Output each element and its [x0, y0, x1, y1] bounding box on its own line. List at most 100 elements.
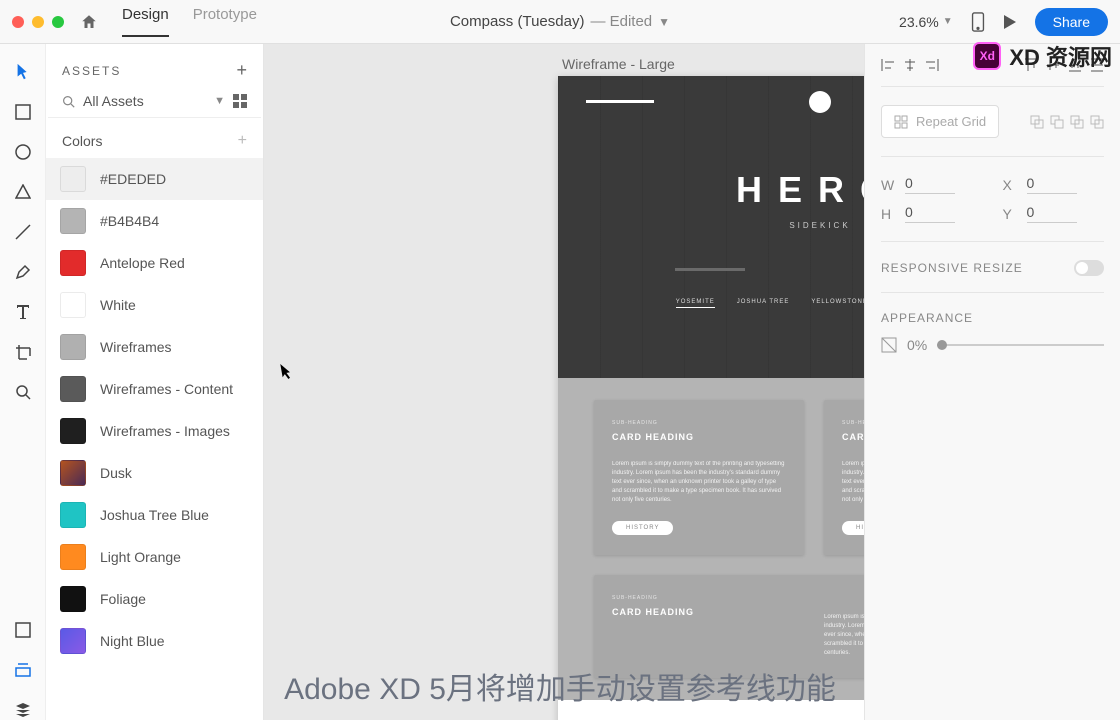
card-body: Lorem ipsum is simply dummy text of the …: [842, 460, 864, 505]
color-label: Joshua Tree Blue: [100, 507, 209, 523]
color-swatch: [60, 418, 86, 444]
share-button[interactable]: Share: [1035, 8, 1108, 36]
assets-title: ASSETS: [62, 64, 121, 78]
intersect-icon[interactable]: [1070, 115, 1084, 129]
responsive-title: RESPONSIVE RESIZE: [881, 261, 1023, 275]
color-swatch: [60, 376, 86, 402]
mode-tabs: Design Prototype: [122, 6, 257, 37]
plugins-panel-icon[interactable]: [13, 700, 33, 720]
artboard-label[interactable]: Wireframe - Large: [562, 56, 675, 72]
color-label: Wireframes: [100, 339, 172, 355]
width-field[interactable]: W0: [881, 175, 983, 194]
zoom-level[interactable]: 23.6% ▼: [899, 14, 953, 30]
hero-subtitle: SIDEKICK: [789, 221, 850, 230]
responsive-toggle[interactable]: [1074, 260, 1104, 276]
color-item[interactable]: #B4B4B4: [46, 200, 263, 242]
hero-nav: YOSEMITEJOSHUA TREEYELLOWSTONEANTELOPE C…: [676, 299, 864, 308]
assets-panel-icon[interactable]: [13, 620, 33, 640]
y-field[interactable]: Y0: [1003, 204, 1105, 223]
document-title[interactable]: Compass (Tuesday) — Edited ▼: [450, 13, 670, 30]
color-item[interactable]: Wireframes: [46, 326, 263, 368]
color-item[interactable]: Foliage: [46, 578, 263, 620]
hero-section: HERO SIDEKICK YOSEMITEJOSHUA TREEYELLOWS…: [558, 76, 864, 378]
hero-nav-item: YELLOWSTONE: [811, 299, 864, 308]
card-heading: CARD HEADING: [842, 432, 864, 442]
artboard-tool-icon[interactable]: [13, 342, 33, 362]
ellipse-tool-icon[interactable]: [13, 142, 33, 162]
property-panel: Repeat Grid W0 X0 H0 Y0 RESPONSIVE RESIZ…: [864, 44, 1120, 720]
opacity-slider[interactable]: [937, 344, 1104, 346]
color-swatch: [60, 460, 86, 486]
minimize-window-button[interactable]: [32, 16, 44, 28]
rectangle-tool-icon[interactable]: [13, 102, 33, 122]
card-tag: SUB-HEADING: [612, 595, 804, 601]
artboard[interactable]: HERO SIDEKICK YOSEMITEJOSHUA TREEYELLOWS…: [558, 76, 864, 720]
subtract-icon[interactable]: [1050, 115, 1064, 129]
assets-search[interactable]: All Assets ▼: [48, 93, 261, 118]
layers-panel-icon[interactable]: [13, 660, 33, 680]
hero-nav-item: YOSEMITE: [676, 299, 715, 308]
color-label: Foliage: [100, 591, 146, 607]
grid-view-icon[interactable]: [233, 94, 247, 108]
color-item[interactable]: Wireframes - Content: [46, 368, 263, 410]
color-swatch: [60, 334, 86, 360]
align-left-icon[interactable]: [881, 58, 895, 72]
line-tool-icon[interactable]: [13, 222, 33, 242]
transform-section: W0 X0 H0 Y0: [881, 175, 1104, 242]
titlebar-right: 23.6% ▼ Share: [899, 8, 1108, 36]
repeat-grid-button[interactable]: Repeat Grid: [881, 105, 999, 138]
maximize-window-button[interactable]: [52, 16, 64, 28]
hero-title: HERO: [736, 169, 864, 211]
color-item[interactable]: Wireframes - Images: [46, 410, 263, 452]
align-right-icon[interactable]: [925, 58, 939, 72]
color-label: Wireframes - Images: [100, 423, 230, 439]
color-label: Antelope Red: [100, 255, 185, 271]
close-window-button[interactable]: [12, 16, 24, 28]
card-tag: SUB-HEADING: [842, 420, 864, 426]
color-item[interactable]: Joshua Tree Blue: [46, 494, 263, 536]
color-item[interactable]: Light Orange: [46, 536, 263, 578]
canvas[interactable]: Wireframe - Large HERO SIDEKICK YOSEMITE…: [264, 44, 864, 720]
color-swatch: [60, 208, 86, 234]
search-label: All Assets: [83, 93, 206, 109]
card-body: Lorem ipsum is simply dummy text of the …: [824, 613, 864, 658]
assets-panel: ASSETS + All Assets ▼ Colors + #EDEDED#B…: [46, 44, 264, 720]
exclude-icon[interactable]: [1090, 115, 1104, 129]
x-field[interactable]: X0: [1003, 175, 1105, 194]
text-tool-icon[interactable]: [13, 302, 33, 322]
pen-tool-icon[interactable]: [13, 262, 33, 282]
hero-line-left: [586, 100, 654, 103]
window-controls: [12, 16, 64, 28]
play-icon[interactable]: [1003, 14, 1017, 30]
home-icon[interactable]: [80, 13, 98, 31]
color-item[interactable]: #EDEDED: [46, 158, 263, 200]
add-asset-icon[interactable]: +: [236, 60, 247, 81]
cards-area: SUB-HEADING CARD HEADING Lorem ipsum is …: [558, 378, 864, 700]
polygon-tool-icon[interactable]: [13, 182, 33, 202]
card: SUB-HEADING CARD HEADING Lorem ipsum is …: [594, 400, 804, 555]
card: SUB-HEADING CARD HEADING Lorem ipsum is …: [824, 400, 864, 555]
card-button: HISTORY: [612, 521, 673, 535]
color-item[interactable]: Night Blue: [46, 620, 263, 662]
cursor-icon: [279, 361, 296, 381]
color-label: Light Orange: [100, 549, 181, 565]
zoom-tool-icon[interactable]: [13, 382, 33, 402]
device-preview-icon[interactable]: [971, 12, 985, 32]
card-wide: SUB-HEADING CARD HEADING Lorem ipsum is …: [594, 575, 864, 678]
hero-logo-circle: [809, 91, 831, 113]
zoom-value: 23.6%: [899, 14, 939, 30]
height-field[interactable]: H0: [881, 204, 983, 223]
tab-prototype[interactable]: Prototype: [193, 6, 257, 37]
color-item[interactable]: White: [46, 284, 263, 326]
tab-design[interactable]: Design: [122, 6, 169, 37]
color-list: #EDEDED#B4B4B4 Antelope Red White Wireframe…: [46, 158, 263, 662]
add-color-icon[interactable]: +: [238, 132, 247, 150]
color-item[interactable]: Dusk: [46, 452, 263, 494]
align-center-h-icon[interactable]: [903, 58, 917, 72]
video-caption: Adobe XD 5月将增加手动设置参考线功能: [284, 664, 836, 708]
color-swatch: [60, 502, 86, 528]
select-tool-icon[interactable]: [13, 62, 33, 82]
union-icon[interactable]: [1030, 115, 1044, 129]
color-swatch: [60, 250, 86, 276]
color-item[interactable]: Antelope Red: [46, 242, 263, 284]
